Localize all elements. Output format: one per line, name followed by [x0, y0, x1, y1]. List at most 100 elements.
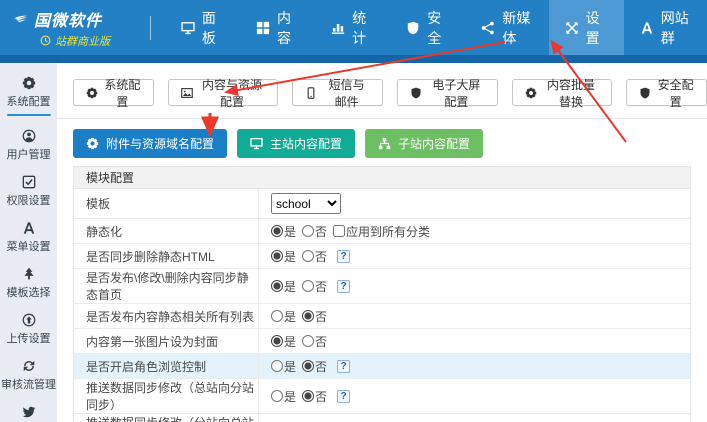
logo-area: 国微软件 站群商业版: [0, 0, 150, 55]
table-row: 内容第一张图片设为封面是否: [74, 329, 690, 354]
edition-badge-label: 站群商业版: [55, 33, 110, 49]
radio-option-yes[interactable]: 是: [271, 308, 296, 325]
tab-button-3[interactable]: 子站内容配置: [365, 129, 483, 158]
monitor-icon: [181, 21, 195, 35]
toolbar-button-label: 内容与资源配置: [199, 76, 266, 110]
help-icon[interactable]: ?: [337, 360, 350, 373]
row-value: school: [259, 189, 690, 218]
row-value: 是否?: [259, 244, 690, 268]
expand-arrows-icon: [565, 21, 579, 35]
toolbar-button-4[interactable]: 电子大屏配置: [397, 79, 498, 106]
radio-input[interactable]: [271, 335, 283, 347]
sidebar-item-6[interactable]: 上传设置: [0, 307, 57, 353]
radio-input[interactable]: [271, 310, 283, 322]
sidebar-item-7[interactable]: 审核流管理: [0, 353, 57, 399]
radio-option-yes[interactable]: 是: [271, 248, 296, 265]
sidebar-item-5[interactable]: 模板选择: [0, 261, 57, 307]
refresh-icon: [22, 359, 36, 373]
nav-item-5[interactable]: 新媒体: [465, 0, 548, 55]
clock-icon: [40, 35, 51, 46]
nav-item-6[interactable]: 设置: [549, 0, 624, 55]
help-icon[interactable]: ?: [337, 390, 350, 403]
radio-input[interactable]: [302, 280, 314, 292]
radio-label: 是: [284, 248, 296, 265]
tab-button-label: 主站内容配置: [270, 135, 342, 152]
radio-option-no[interactable]: 否: [302, 278, 327, 295]
active-indicator: [7, 114, 51, 116]
toolbar-button-1[interactable]: 系统配置: [73, 79, 154, 106]
radio-option-yes[interactable]: 是: [271, 223, 296, 240]
radio-input[interactable]: [302, 310, 314, 322]
share-icon: [481, 21, 495, 35]
toolbar-button-3[interactable]: 短信与邮件: [292, 79, 383, 106]
sidebar: 系统配置用户管理权限设置菜单设置模板选择上传设置审核流管理互动设置插件与模块: [0, 63, 57, 422]
radio-option-no[interactable]: 否: [302, 248, 327, 265]
radio-option-no[interactable]: 否: [302, 333, 327, 350]
radio-input[interactable]: [271, 390, 283, 402]
toolbar-button-2[interactable]: 内容与资源配置: [168, 79, 279, 106]
help-icon[interactable]: ?: [337, 250, 350, 263]
table-row: 是否开启角色浏览控制 是否?: [74, 354, 690, 379]
check-square-icon: [22, 175, 36, 189]
sidebar-item-1[interactable]: 系统配置: [0, 70, 57, 123]
help-icon[interactable]: ?: [337, 280, 350, 293]
radio-option-no[interactable]: 否: [302, 223, 327, 240]
radio-input[interactable]: [302, 250, 314, 262]
sidebar-item-label: 菜单设置: [7, 238, 51, 254]
radio-option-no[interactable]: 否: [302, 358, 327, 375]
module-config-table: 模块配置 模板school静态化是否应用到所有分类是否同步删除静态HTML是否?…: [73, 166, 691, 422]
apply-all-categories-checkbox[interactable]: 应用到所有分类: [333, 223, 430, 240]
main-nav: 面板内容统计安全 新媒体设置网站群: [165, 0, 707, 55]
radio-option-yes[interactable]: 是: [271, 278, 296, 295]
checkbox-input[interactable]: [333, 225, 345, 237]
tab-button-2[interactable]: 主站内容配置: [237, 129, 355, 158]
radio-option-yes[interactable]: 是: [271, 358, 296, 375]
radio-option-yes[interactable]: 是: [271, 333, 296, 350]
radio-option-yes[interactable]: 是: [271, 388, 296, 405]
table-row: 是否发布\修改\删除内容同步静态首页是否?: [74, 269, 690, 304]
nav-item-7[interactable]: 网站群: [624, 0, 707, 55]
sidebar-item-3[interactable]: 权限设置: [0, 169, 57, 215]
radio-input[interactable]: [302, 390, 314, 402]
sidebar-item-2[interactable]: 用户管理: [0, 123, 57, 169]
sidebar-item-4[interactable]: 菜单设置: [0, 215, 57, 261]
gear-icon: [86, 87, 98, 99]
nav-item-1[interactable]: 面板: [165, 0, 240, 55]
nav-item-3[interactable]: 统计: [315, 0, 390, 55]
radio-label: 是: [284, 358, 296, 375]
nav-item-2[interactable]: 内容: [240, 0, 315, 55]
template-select[interactable]: school: [271, 193, 341, 214]
toolbar-button-5[interactable]: 内容批量替换: [512, 79, 613, 106]
row-label: 是否开启角色浏览控制: [74, 354, 259, 378]
app-title: 国微软件: [34, 7, 102, 31]
radio-label: 是: [284, 388, 296, 405]
radio-input[interactable]: [302, 335, 314, 347]
row-value: 是否应用到所有分类: [259, 219, 690, 243]
radio-option-no[interactable]: 否: [302, 308, 327, 325]
radio-label: 是: [284, 278, 296, 295]
table-row: 推送数据同步修改（总站向分站同步）是否?: [74, 379, 690, 414]
nav-item-4[interactable]: 安全: [390, 0, 465, 55]
table-row: 静态化是否应用到所有分类: [74, 219, 690, 244]
sidebar-item-8[interactable]: 互动设置: [0, 399, 57, 422]
gear-icon: [86, 137, 99, 150]
monitor-icon: [250, 137, 263, 150]
radio-input[interactable]: [271, 225, 283, 237]
gear-icon: [525, 87, 537, 99]
radio-input[interactable]: [271, 250, 283, 262]
toolbar-button-6[interactable]: 安全配置: [626, 79, 707, 106]
nav-divider: [150, 16, 151, 40]
row-label: 推送数据同步修改（分站向总站同步）: [74, 414, 259, 422]
radio-option-no[interactable]: 否: [302, 388, 327, 405]
radio-input[interactable]: [302, 360, 314, 372]
radio-input[interactable]: [271, 280, 283, 292]
radio-input[interactable]: [302, 225, 314, 237]
radio-input[interactable]: [271, 360, 283, 372]
gear-icon: [22, 76, 36, 90]
tab-button-1[interactable]: 附件与资源域名配置: [73, 129, 227, 158]
font-a-icon: [640, 21, 654, 35]
font-a-icon: [22, 221, 36, 235]
nav-item-label: 新媒体: [502, 8, 532, 48]
sidebar-item-label: 模板选择: [7, 284, 51, 300]
toolbar-button-label: 电子大屏配置: [428, 76, 485, 110]
